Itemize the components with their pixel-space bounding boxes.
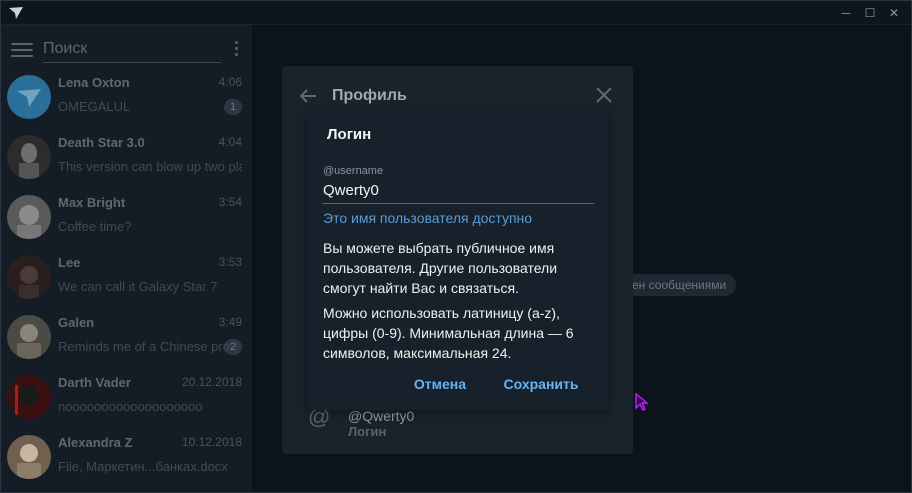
chat-name: Max Bright <box>58 195 126 210</box>
more-options-icon[interactable] <box>233 41 239 59</box>
profile-username-label: Логин <box>348 424 387 439</box>
avatar <box>7 435 51 479</box>
dialog-title: Логин <box>327 126 372 143</box>
chat-name: Death Star 3.0 <box>58 135 145 150</box>
maximize-button[interactable]: ☐ <box>861 4 879 22</box>
title-bar: ─ ☐ ✕ <box>1 1 911 25</box>
chat-name: Alexandra Z <box>58 435 133 450</box>
mouse-cursor-icon <box>635 393 649 411</box>
chat-time: 20.12.2018 <box>181 375 242 389</box>
chat-time: 4:04 <box>218 135 242 149</box>
unread-badge: 2 <box>224 339 242 355</box>
chat-list-panel: Поиск Lena Oxton 4:06 OMEGALUL 1 Death S… <box>1 25 252 492</box>
minimize-icon: ─ <box>841 6 851 20</box>
chat-item-max-bright[interactable]: Max Bright 3:54 Coffee time? <box>1 189 252 249</box>
chat-name: Lee <box>58 255 81 270</box>
chat-time: 3:54 <box>218 195 242 209</box>
username-input[interactable] <box>322 178 594 204</box>
close-icon[interactable] <box>595 86 613 104</box>
window-close-button[interactable]: ✕ <box>885 4 903 22</box>
chat-preview: nooooooooooooooooooo <box>58 399 203 414</box>
chat-preview: This version can blow up two pla <box>58 159 242 174</box>
close-icon: ✕ <box>888 6 900 20</box>
chat-item-lee[interactable]: Lee 3:53 We can call it Galaxy Star 7 <box>1 249 252 309</box>
chat-preview: Coffee time? <box>58 219 132 234</box>
search-input[interactable]: Поиск <box>43 37 221 63</box>
avatar <box>7 135 51 179</box>
chat-name: Galen <box>58 315 95 330</box>
chat-preview: Reminds me of a Chinese pro <box>58 339 230 354</box>
description-text: Вы можете выбрать публичное имя пользова… <box>323 240 558 296</box>
unread-badge: 1 <box>224 99 242 115</box>
rules-text: Можно использовать латиницу (a-z), цифры… <box>323 305 574 361</box>
chat-time: 4:06 <box>218 75 242 89</box>
avatar <box>7 255 51 299</box>
chat-time: 3:49 <box>218 315 242 329</box>
username-field-label: @username <box>323 165 384 177</box>
avatar <box>7 315 51 359</box>
chat-time: 10.12.2018 <box>181 435 242 449</box>
cancel-button[interactable]: Отмена <box>406 368 474 400</box>
chat-item-alexandra-z[interactable]: Alexandra Z 10.12.2018 File, Маркетин...… <box>1 429 252 489</box>
chat-item-death-star[interactable]: Death Star 3.0 4:04 This version can blo… <box>1 129 252 189</box>
profile-username: @Qwerty0 <box>348 408 415 424</box>
hamburger-menu-icon[interactable] <box>11 43 33 57</box>
username-dialog: Логин @username Это имя пользователя дос… <box>308 110 608 410</box>
avatar <box>7 375 51 419</box>
chat-preview: File, Маркетин...банках.docx <box>58 459 228 474</box>
chat-time: 3:53 <box>218 255 242 269</box>
availability-status: Это имя пользователя доступно <box>323 210 533 226</box>
profile-title: Профиль <box>332 87 407 104</box>
chat-name: Lena Oxton <box>58 75 130 90</box>
chat-preview: We can call it Galaxy Star 7 <box>58 279 218 294</box>
save-button[interactable]: Сохранить <box>500 368 582 400</box>
maximize-icon: ☐ <box>864 6 876 20</box>
chat-item-galen[interactable]: Galen 3:49 Reminds me of a Chinese pro 2 <box>1 309 252 369</box>
telegram-logo-icon <box>9 7 23 19</box>
chat-preview: OMEGALUL <box>58 99 131 114</box>
service-message-pill: ен сообщениями <box>626 274 737 296</box>
minimize-button[interactable]: ─ <box>837 4 855 22</box>
chat-name: Darth Vader <box>58 375 131 390</box>
chat-item-lena-oxton[interactable]: Lena Oxton 4:06 OMEGALUL 1 <box>1 69 252 129</box>
avatar <box>7 75 51 119</box>
avatar <box>7 195 51 239</box>
app-window: ─ ☐ ✕ Поиск Lena Oxton 4:06 OMEGALUL 1 D… <box>0 0 912 493</box>
chat-item-darth-vader[interactable]: Darth Vader 20.12.2018 noooooooooooooooo… <box>1 369 252 429</box>
back-arrow-icon[interactable] <box>298 86 318 106</box>
